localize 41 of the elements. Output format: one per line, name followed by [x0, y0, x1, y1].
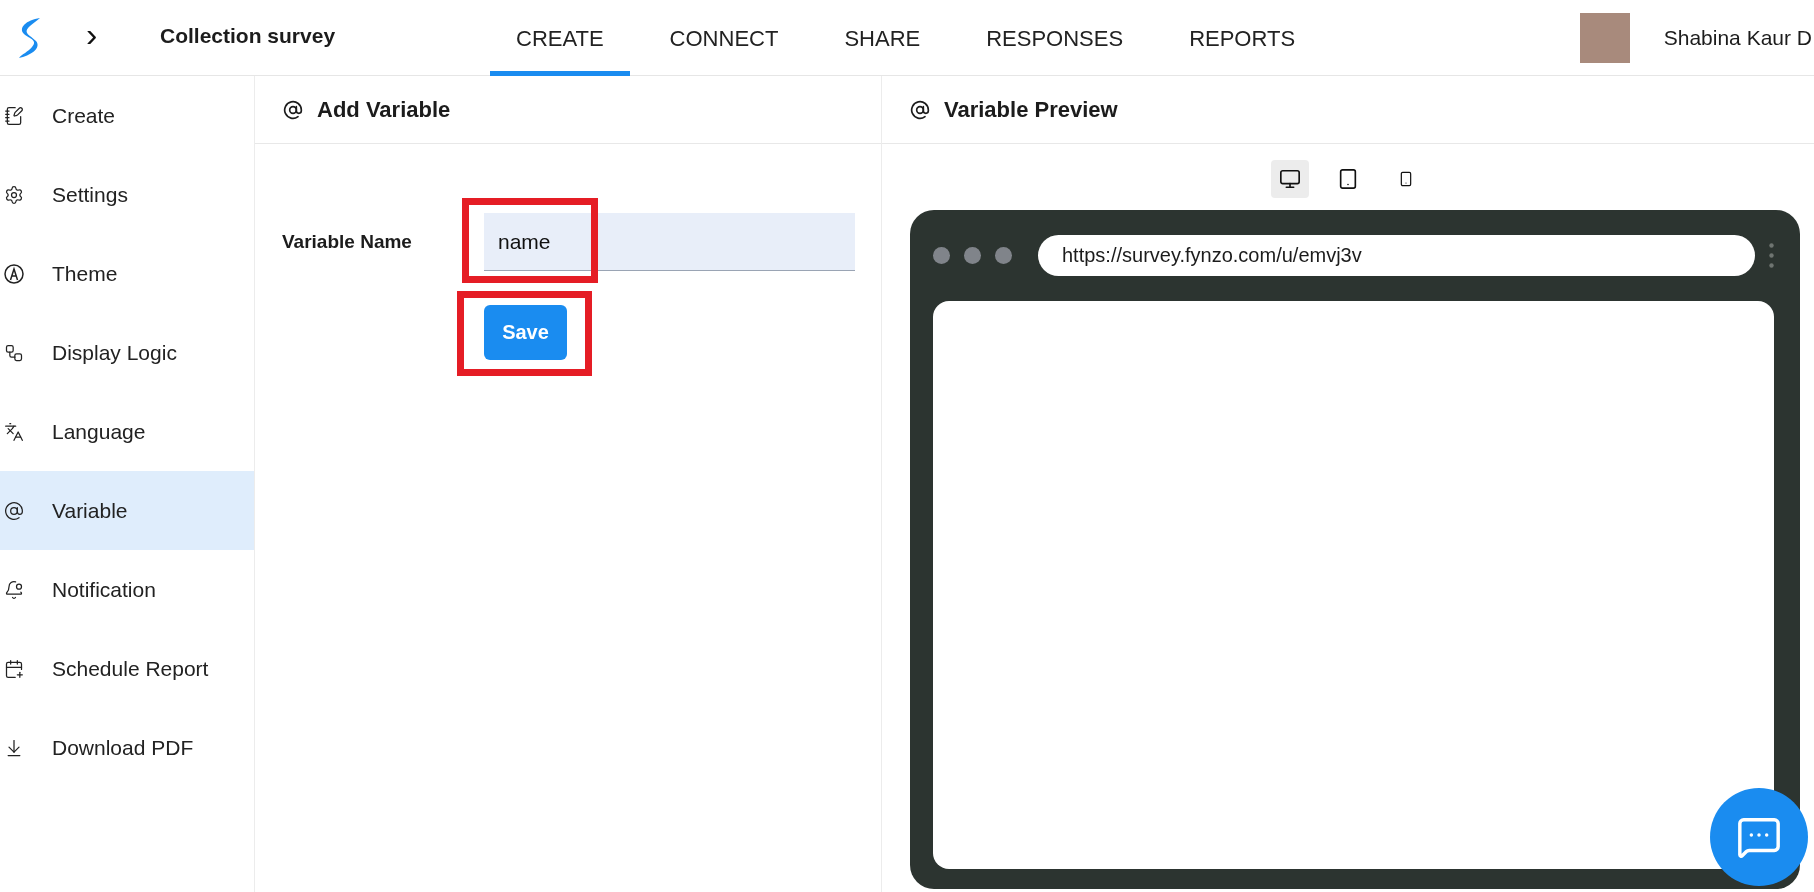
sidebar-item[interactable]: Download PDF: [0, 708, 254, 787]
tablet-icon: [1337, 168, 1359, 190]
sidebar-item[interactable]: Variable: [0, 471, 254, 550]
translate-icon: [4, 421, 24, 442]
phone-icon: [1398, 171, 1414, 187]
nav-tab[interactable]: CONNECT: [643, 0, 805, 76]
window-dot-icon: [995, 247, 1012, 264]
bell-icon: [4, 579, 24, 600]
url-bar: https://survey.fynzo.com/u/emvj3v: [1038, 235, 1755, 276]
notepad-icon: [4, 105, 24, 126]
at-sign-icon: [910, 99, 930, 120]
calendar-plus-icon: [4, 658, 24, 679]
panel-title: Add Variable: [317, 96, 451, 123]
nav-tab[interactable]: CREATE: [490, 0, 630, 76]
device-toggle[interactable]: [1271, 160, 1309, 198]
panel-title: Variable Preview: [944, 96, 1118, 123]
monitor-icon: [1279, 168, 1301, 190]
at-sign-icon: [283, 99, 303, 120]
user-name: Shabina Kaur D: [1663, 25, 1812, 50]
flowchart-icon: [4, 342, 24, 363]
sidebar-item[interactable]: Language: [0, 392, 254, 471]
settings-icon: [4, 184, 24, 205]
sidebar-item[interactable]: Display Logic: [0, 313, 254, 392]
nav-tab[interactable]: SHARE: [818, 0, 947, 76]
sidebar-item[interactable]: Theme: [0, 234, 254, 313]
nav-tab[interactable]: REPORTS: [1163, 0, 1322, 76]
sidebar-item[interactable]: Create: [0, 76, 254, 155]
kebab-icon: [1769, 243, 1774, 268]
nav-tab[interactable]: RESPONSES: [960, 0, 1150, 76]
at-sign-icon: [4, 500, 24, 521]
sidebar-item[interactable]: Settings: [0, 155, 254, 234]
breadcrumb-arrow: ›: [86, 15, 99, 54]
window-dot-icon: [933, 247, 950, 264]
survey-title: Collection survey: [160, 23, 337, 48]
input-field[interactable]: name: [484, 213, 855, 271]
avatar-photo-placeholder[interactable]: [1579, 12, 1630, 63]
field-label: Variable Name: [282, 231, 413, 253]
letter-circle-icon: [4, 263, 24, 284]
sidebar-item[interactable]: Schedule Report: [0, 629, 254, 708]
window-dot-icon: [964, 247, 981, 264]
sidebar-item[interactable]: Notification: [0, 550, 254, 629]
